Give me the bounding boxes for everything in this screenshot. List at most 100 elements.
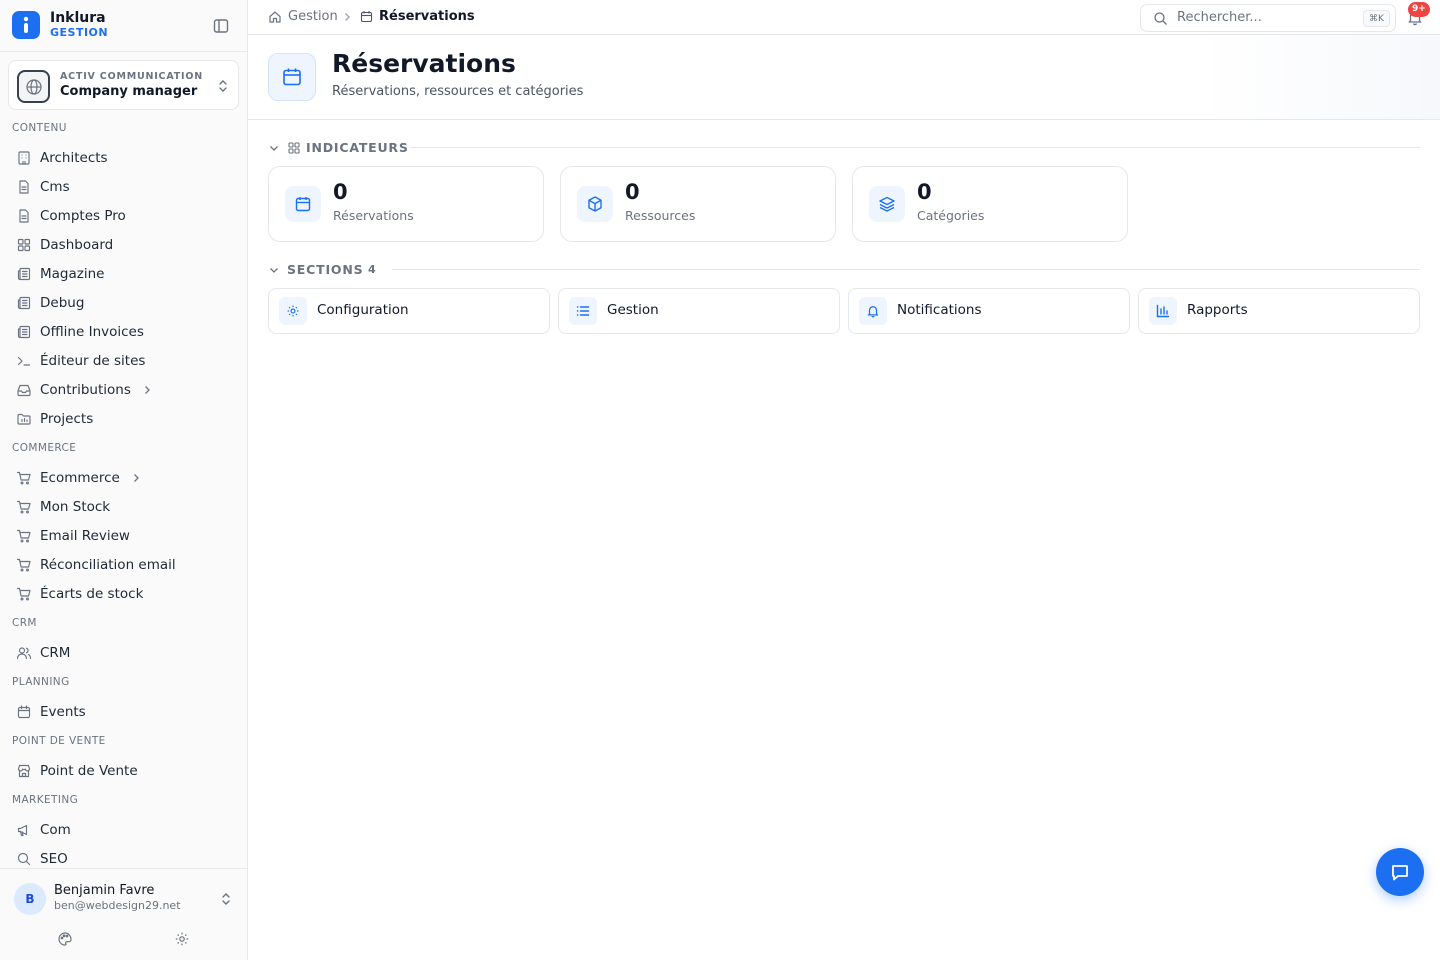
- sidebar-item-label: Contributions: [40, 382, 131, 398]
- divider: [392, 269, 1420, 270]
- sidebar-item-label: Éditeur de sites: [40, 353, 146, 369]
- cart-icon: [16, 528, 32, 544]
- app-name: Inklura: [50, 10, 106, 26]
- globe-icon: [17, 70, 50, 103]
- layout-grid-icon: [16, 237, 32, 253]
- layout-grid-icon: [288, 142, 300, 154]
- list-icon: [569, 297, 597, 325]
- section-card-gestion[interactable]: Gestion: [558, 288, 840, 334]
- sidebar-item-reconciliation-email[interactable]: Réconciliation email: [8, 552, 239, 578]
- sidebar-item-point-de-vente[interactable]: Point de Vente: [8, 758, 239, 784]
- stat-card-ressources[interactable]: 0 Ressources: [560, 166, 836, 242]
- sidebar-item-cms[interactable]: Cms: [8, 174, 239, 200]
- sidebar-item-label: CRM: [40, 645, 71, 661]
- sidebar-item-email-review[interactable]: Email Review: [8, 523, 239, 549]
- sections-heading[interactable]: SECTIONS 4: [268, 260, 1420, 280]
- sidebar-item-magazine[interactable]: Magazine: [8, 261, 239, 287]
- sidebar-item-projects[interactable]: Projects: [8, 406, 239, 432]
- indicators-heading[interactable]: INDICATEURS: [268, 138, 1420, 158]
- user-email: ben@webdesign29.net: [54, 899, 181, 912]
- cart-icon: [16, 470, 32, 486]
- section-card-configuration[interactable]: Configuration: [268, 288, 550, 334]
- chat-button[interactable]: [1376, 848, 1424, 896]
- page-subtitle: Réservations, ressources et catégories: [332, 84, 584, 99]
- sidebar-nav: CONTENU Architects Cms Comptes Pro Dashboard…: [0, 116, 247, 868]
- newspaper-icon: [16, 324, 32, 340]
- section-card-notifications[interactable]: Notifications: [848, 288, 1130, 334]
- chevrons-up-down-icon: [216, 78, 230, 94]
- section-label: Notifications: [897, 302, 982, 318]
- calendar-icon: [16, 704, 32, 720]
- breadcrumb-gestion[interactable]: Gestion: [288, 9, 338, 24]
- sidebar-item-label: Architects: [40, 150, 108, 166]
- company-name: ACTIV COMMUNICATION: [60, 71, 203, 82]
- sidebar-item-architects[interactable]: Architects: [8, 145, 239, 171]
- file-icon: [16, 208, 32, 224]
- folder-icon: [16, 411, 32, 427]
- divider: [410, 147, 1420, 148]
- sidebar-section-crm: CRM: [12, 617, 37, 629]
- sidebar-item-seo[interactable]: SEO: [8, 846, 239, 868]
- sidebar-item-contributions[interactable]: Contributions: [8, 377, 239, 403]
- search-input[interactable]: Rechercher... ⌘K: [1140, 4, 1396, 32]
- chevron-down-icon[interactable]: [268, 142, 280, 154]
- user-name: Benjamin Favre: [54, 883, 155, 898]
- sidebar-item-label: Point de Vente: [40, 763, 138, 779]
- sidebar-item-mon-stock[interactable]: Mon Stock: [8, 494, 239, 520]
- gear-icon[interactable]: [174, 931, 190, 947]
- sidebar-item-editeur-de-sites[interactable]: Éditeur de sites: [8, 348, 239, 374]
- file-icon: [16, 179, 32, 195]
- sidebar-item-crm[interactable]: CRM: [8, 640, 239, 666]
- user-panel: B Benjamin Favre ben@webdesign29.net: [0, 868, 247, 960]
- breadcrumb-current: Réservations: [379, 9, 475, 24]
- sidebar-item-label: Cms: [40, 179, 70, 195]
- sidebar-item-label: Projects: [40, 411, 94, 427]
- home-icon[interactable]: [268, 10, 282, 24]
- avatar[interactable]: B: [14, 883, 46, 915]
- sections-count: 4: [368, 263, 376, 276]
- company-switcher[interactable]: ACTIV COMMUNICATION Company manager: [8, 60, 239, 110]
- app-module: GESTION: [50, 26, 109, 39]
- cart-icon: [16, 557, 32, 573]
- sidebar-item-com[interactable]: Com: [8, 817, 239, 843]
- stat-card-categories[interactable]: 0 Catégories: [852, 166, 1128, 242]
- stat-card-reservations[interactable]: 0 Réservations: [268, 166, 544, 242]
- sidebar-item-comptes-pro[interactable]: Comptes Pro: [8, 203, 239, 229]
- sidebar-item-label: Email Review: [40, 528, 130, 544]
- sidebar-item-label: Debug: [40, 295, 85, 311]
- sidebar-item-offline-invoices[interactable]: Offline Invoices: [8, 319, 239, 345]
- sidebar-item-dashboard[interactable]: Dashboard: [8, 232, 239, 258]
- terminal-icon: [16, 353, 32, 369]
- search-icon: [1153, 11, 1168, 26]
- sidebar-item-events[interactable]: Events: [8, 699, 239, 725]
- sidebar-item-debug[interactable]: Debug: [8, 290, 239, 316]
- sidebar-item-label: Comptes Pro: [40, 208, 126, 224]
- palette-icon[interactable]: [57, 931, 73, 947]
- stat-label: Réservations: [333, 208, 414, 223]
- page-title: Réservations: [332, 49, 516, 78]
- cart-icon: [16, 499, 32, 515]
- stat-value: 0: [917, 180, 932, 204]
- sidebar-item-ecarts-de-stock[interactable]: Écarts de stock: [8, 581, 239, 607]
- chevrons-up-down-icon[interactable]: [219, 891, 233, 907]
- app-logo-icon[interactable]: [12, 11, 40, 39]
- sidebar-toggle-icon[interactable]: [212, 17, 230, 35]
- store-icon: [16, 763, 32, 779]
- building-icon: [16, 150, 32, 166]
- indicators-label: INDICATEURS: [306, 140, 409, 155]
- calendar-icon: [285, 186, 321, 222]
- chevron-right-icon[interactable]: [130, 472, 142, 484]
- sidebar-item-label: Com: [40, 822, 71, 838]
- sidebar-item-ecommerce[interactable]: Ecommerce: [8, 465, 239, 491]
- sidebar-section-point-de-vente: POINT DE VENTE: [12, 735, 106, 747]
- bell-icon: [859, 297, 887, 325]
- chevron-down-icon[interactable]: [268, 264, 280, 276]
- box-icon: [577, 186, 613, 222]
- company-role: Company manager: [60, 84, 198, 99]
- layers-icon: [869, 186, 905, 222]
- page-header: Réservations Réservations, ressources et…: [248, 35, 1440, 120]
- section-card-rapports[interactable]: Rapports: [1138, 288, 1420, 334]
- sections-label: SECTIONS: [287, 262, 364, 277]
- chevron-right-icon[interactable]: [141, 384, 153, 396]
- section-label: Rapports: [1187, 302, 1248, 318]
